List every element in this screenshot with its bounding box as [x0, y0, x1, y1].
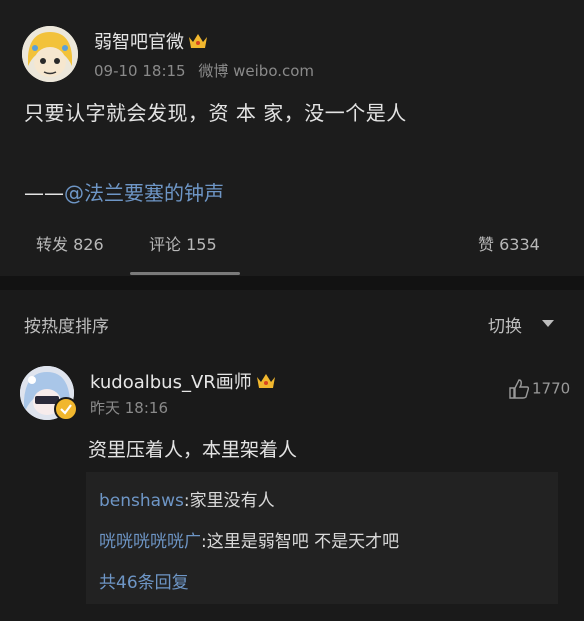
- quote-prefix: ——: [24, 181, 64, 205]
- tab-comment[interactable]: 评论 155: [149, 231, 217, 255]
- comment-author-name[interactable]: kudoalbus_VR画师: [90, 372, 252, 393]
- post-action-tabs: 转发 826 评论 155 赞 6334: [0, 228, 584, 276]
- more-replies-link[interactable]: 共46条回复: [99, 568, 189, 593]
- reply-user[interactable]: benshaws: [99, 491, 184, 511]
- reply-user[interactable]: 咣咣咣咣咣广: [99, 532, 201, 552]
- post-author[interactable]: 弱智吧官微: [94, 28, 208, 55]
- post-author-name[interactable]: 弱智吧官微: [94, 32, 184, 53]
- reply-item[interactable]: benshaws:家里没有人: [99, 486, 275, 511]
- tab-like[interactable]: 赞 6334: [478, 231, 540, 255]
- author-avatar[interactable]: [22, 26, 78, 82]
- active-tab-indicator: [130, 272, 240, 275]
- crown-icon: [188, 32, 208, 55]
- thumbs-up-icon[interactable]: [508, 379, 532, 399]
- reply-preview-box[interactable]: benshaws:家里没有人 咣咣咣咣咣广:这里是弱智吧 不是天才吧 共46条回…: [86, 472, 558, 604]
- sort-switch-button[interactable]: 切换: [488, 312, 522, 337]
- quote-mention-link[interactable]: @法兰要塞的钟声: [64, 181, 224, 205]
- post-meta: 09-10 18:15 微博 weibo.com: [94, 60, 322, 81]
- chevron-down-icon[interactable]: [542, 320, 554, 327]
- weibo-post: 弱智吧官微 09-10 18:15 微博 weibo.com 只要认字就会发现，…: [0, 0, 584, 276]
- comment-time: 昨天 18:16: [90, 399, 168, 417]
- reply-text: 这里是弱智吧 不是天才吧: [206, 532, 400, 552]
- section-divider: [0, 276, 584, 290]
- sort-bar: 按热度排序 切换: [0, 290, 584, 350]
- post-text: 只要认字就会发现，资 本 家，没一个是人: [24, 101, 407, 125]
- reply-item[interactable]: 咣咣咣咣咣广:这里是弱智吧 不是天才吧: [99, 527, 399, 552]
- verified-badge-icon: [54, 397, 78, 421]
- comment-author[interactable]: kudoalbus_VR画师: [90, 368, 276, 395]
- post-source: 微博 weibo.com: [198, 62, 315, 80]
- sort-label: 按热度排序: [24, 317, 109, 337]
- reply-text: 家里没有人: [189, 491, 275, 511]
- comment-like-count: 1770: [532, 379, 571, 398]
- post-timestamp: 09-10 18:15: [94, 62, 186, 80]
- comment-like-button[interactable]: 1770: [508, 378, 570, 400]
- comment-text: 资里压着人，本里架着人: [88, 439, 298, 461]
- tab-repost[interactable]: 转发 826: [36, 231, 104, 255]
- post-quote: ——@法兰要塞的钟声: [24, 177, 224, 206]
- crown-icon: [256, 372, 276, 395]
